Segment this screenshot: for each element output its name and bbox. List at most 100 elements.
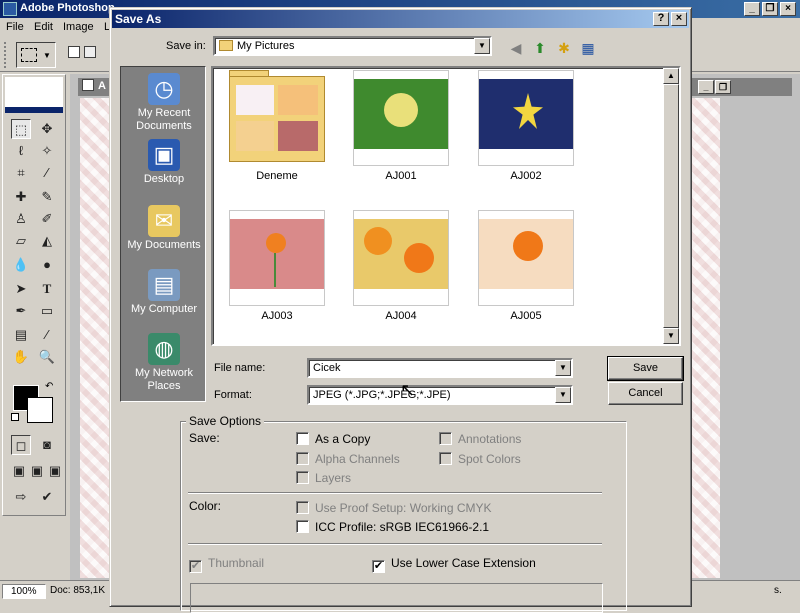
path-selection-tool-icon[interactable]: ➤ bbox=[11, 279, 31, 299]
place-label: My Network Places bbox=[134, 367, 194, 392]
zoom-field[interactable]: 100% bbox=[2, 584, 46, 599]
lily-shape bbox=[513, 93, 543, 129]
lasso-tool-icon[interactable]: ℓ bbox=[11, 141, 31, 161]
as-a-copy-checkbox[interactable]: As a Copy bbox=[296, 432, 370, 446]
scrollbar-thumb[interactable] bbox=[663, 84, 679, 328]
marquee-preset-button[interactable]: ▼ bbox=[16, 42, 56, 68]
zoom-tool-icon[interactable]: 🔍 bbox=[37, 347, 57, 367]
restore-icon[interactable]: ❐ bbox=[762, 2, 778, 16]
menu-image[interactable]: Image bbox=[63, 21, 94, 33]
rect-marquee-icon bbox=[21, 48, 37, 62]
screen-mode-full-icon[interactable]: ▣ bbox=[45, 461, 65, 481]
file-list[interactable]: Deneme AJ001 AJ002 AJ003 AJ004 AJ005 ▲ ▼ bbox=[211, 66, 681, 346]
views-menu-icon[interactable]: ▦ bbox=[578, 38, 598, 58]
place-recent-documents[interactable]: ◷ My Recent Documents bbox=[121, 73, 207, 133]
screen-mode-standard-icon[interactable]: ▣ bbox=[9, 461, 29, 481]
move-tool-icon[interactable]: ✥ bbox=[37, 119, 57, 139]
new-folder-icon[interactable]: ✱ bbox=[554, 38, 574, 58]
shape-tool-icon[interactable]: ▭ bbox=[37, 301, 57, 321]
file-name-label: File name: bbox=[214, 362, 266, 374]
format-dropdown[interactable]: JPEG (*.JPG;*.JPEG;*.JPE) ▼ bbox=[307, 385, 573, 405]
place-desktop[interactable]: ▣ Desktop bbox=[121, 139, 207, 186]
menu-edit[interactable]: Edit bbox=[34, 21, 53, 33]
pen-tool-icon[interactable]: ✒ bbox=[11, 301, 31, 321]
up-folder-icon[interactable]: ⬆ bbox=[530, 38, 550, 58]
place-my-computer[interactable]: ▤ My Computer bbox=[121, 269, 207, 316]
chevron-down-icon[interactable]: ▼ bbox=[474, 38, 490, 54]
file-name-input[interactable]: Cicek ▼ bbox=[307, 358, 573, 378]
place-my-documents[interactable]: ✉ My Documents bbox=[121, 205, 207, 252]
file-item[interactable]: AJ002 bbox=[478, 70, 578, 190]
file-item[interactable]: AJ001 bbox=[353, 70, 453, 190]
cancel-button[interactable]: Cancel bbox=[608, 382, 683, 405]
flower-shape bbox=[384, 93, 418, 127]
checkbox-box: ✔ bbox=[189, 560, 202, 573]
blur-tool-icon[interactable]: 💧 bbox=[11, 255, 31, 275]
file-item[interactable]: AJ005 bbox=[478, 210, 578, 330]
lower-case-extension-checkbox[interactable]: ✔ Use Lower Case Extension bbox=[372, 556, 536, 573]
image-preview bbox=[354, 219, 448, 289]
add-selection-icon[interactable] bbox=[84, 46, 96, 58]
dialog-close-icon[interactable]: × bbox=[671, 12, 687, 26]
type-tool-icon[interactable]: T bbox=[37, 279, 57, 299]
toolbox-header-feather-icon bbox=[5, 77, 63, 113]
brush-tool-icon[interactable]: ✎ bbox=[37, 187, 57, 207]
place-network[interactable]: ◍ My Network Places bbox=[121, 333, 207, 393]
clone-stamp-tool-icon[interactable]: ♙ bbox=[11, 209, 31, 229]
healing-brush-tool-icon[interactable]: ✚ bbox=[11, 187, 31, 207]
spot-colors-checkbox[interactable]: Spot Colors bbox=[439, 452, 521, 466]
back-icon[interactable]: ◀ bbox=[506, 38, 526, 58]
rect-marquee-tool-icon[interactable]: ⬚ bbox=[11, 119, 31, 139]
file-item[interactable]: Deneme bbox=[229, 70, 329, 190]
my-documents-icon: ✉ bbox=[148, 205, 180, 237]
scroll-down-icon[interactable]: ▼ bbox=[663, 328, 679, 344]
crop-tool-icon[interactable]: ⌗ bbox=[11, 163, 31, 183]
save-in-dropdown[interactable]: My Pictures ▼ bbox=[213, 36, 492, 56]
standard-mode-icon[interactable]: ◻ bbox=[11, 435, 31, 455]
default-colors-icon[interactable] bbox=[11, 413, 19, 421]
new-selection-icon[interactable] bbox=[68, 46, 80, 58]
icc-profile-checkbox[interactable]: ICC Profile: sRGB IEC61966-2.1 bbox=[296, 520, 489, 534]
slice-tool-icon[interactable]: ⁄ bbox=[37, 163, 57, 183]
eraser-tool-icon[interactable]: ▱ bbox=[11, 231, 31, 251]
jump-to-imageready-icon[interactable]: ⇨ bbox=[11, 487, 31, 507]
quick-mask-icon[interactable]: ◙ bbox=[37, 435, 57, 455]
notes-tool-icon[interactable]: ▤ bbox=[11, 325, 31, 345]
file-item[interactable]: AJ004 bbox=[353, 210, 453, 330]
save-button[interactable]: Save bbox=[607, 356, 684, 381]
minimize-icon[interactable]: _ bbox=[744, 2, 760, 16]
doc-restore-icon[interactable]: ❐ bbox=[715, 80, 731, 94]
color-label: Color: bbox=[189, 499, 222, 513]
layers-checkbox[interactable]: Layers bbox=[296, 471, 351, 485]
document-title: A bbox=[98, 80, 106, 92]
menu-file[interactable]: File bbox=[6, 21, 24, 33]
file-item[interactable]: AJ003 bbox=[229, 210, 329, 330]
annotations-checkbox[interactable]: Annotations bbox=[439, 432, 521, 446]
checkmark-icon[interactable]: ✔ bbox=[37, 487, 57, 507]
screen-mode-full-menu-icon[interactable]: ▣ bbox=[27, 461, 47, 481]
checkbox-label: Use Proof Setup: Working CMYK bbox=[315, 501, 492, 515]
help-icon[interactable]: ? bbox=[653, 12, 669, 26]
doc-minimize-icon[interactable]: _ bbox=[698, 80, 714, 94]
use-proof-setup-checkbox[interactable]: Use Proof Setup: Working CMYK bbox=[296, 501, 492, 515]
swap-colors-icon[interactable]: ↶ bbox=[45, 381, 53, 392]
history-brush-tool-icon[interactable]: ✐ bbox=[37, 209, 57, 229]
save-as-dialog: Save As ? × Save in: My Pictures ▼ ◀ ⬆ ✱… bbox=[109, 7, 692, 613]
scroll-up-icon[interactable]: ▲ bbox=[663, 68, 679, 84]
alpha-channels-checkbox[interactable]: Alpha Channels bbox=[296, 452, 400, 466]
magic-wand-tool-icon[interactable]: ✧ bbox=[37, 141, 57, 161]
file-list-scrollbar[interactable]: ▲ ▼ bbox=[663, 68, 679, 344]
close-icon[interactable]: × bbox=[780, 2, 796, 16]
hand-tool-icon[interactable]: ✋ bbox=[11, 347, 31, 367]
folder-preview-1 bbox=[236, 85, 274, 115]
paint-bucket-tool-icon[interactable]: ◭ bbox=[37, 231, 57, 251]
chevron-down-icon[interactable]: ▼ bbox=[555, 387, 571, 403]
place-label: My Computer bbox=[130, 303, 198, 315]
chevron-down-icon[interactable]: ▼ bbox=[555, 360, 571, 376]
checkbox-label: Layers bbox=[315, 471, 352, 485]
background-color-swatch[interactable] bbox=[27, 397, 53, 423]
thumbnail-checkbox[interactable]: ✔ Thumbnail bbox=[189, 556, 264, 573]
format-value: JPEG (*.JPG;*.JPEG;*.JPE) bbox=[313, 389, 451, 401]
eyedropper-tool-icon[interactable]: ⁄ bbox=[37, 325, 57, 345]
dodge-tool-icon[interactable]: ● bbox=[37, 255, 57, 275]
